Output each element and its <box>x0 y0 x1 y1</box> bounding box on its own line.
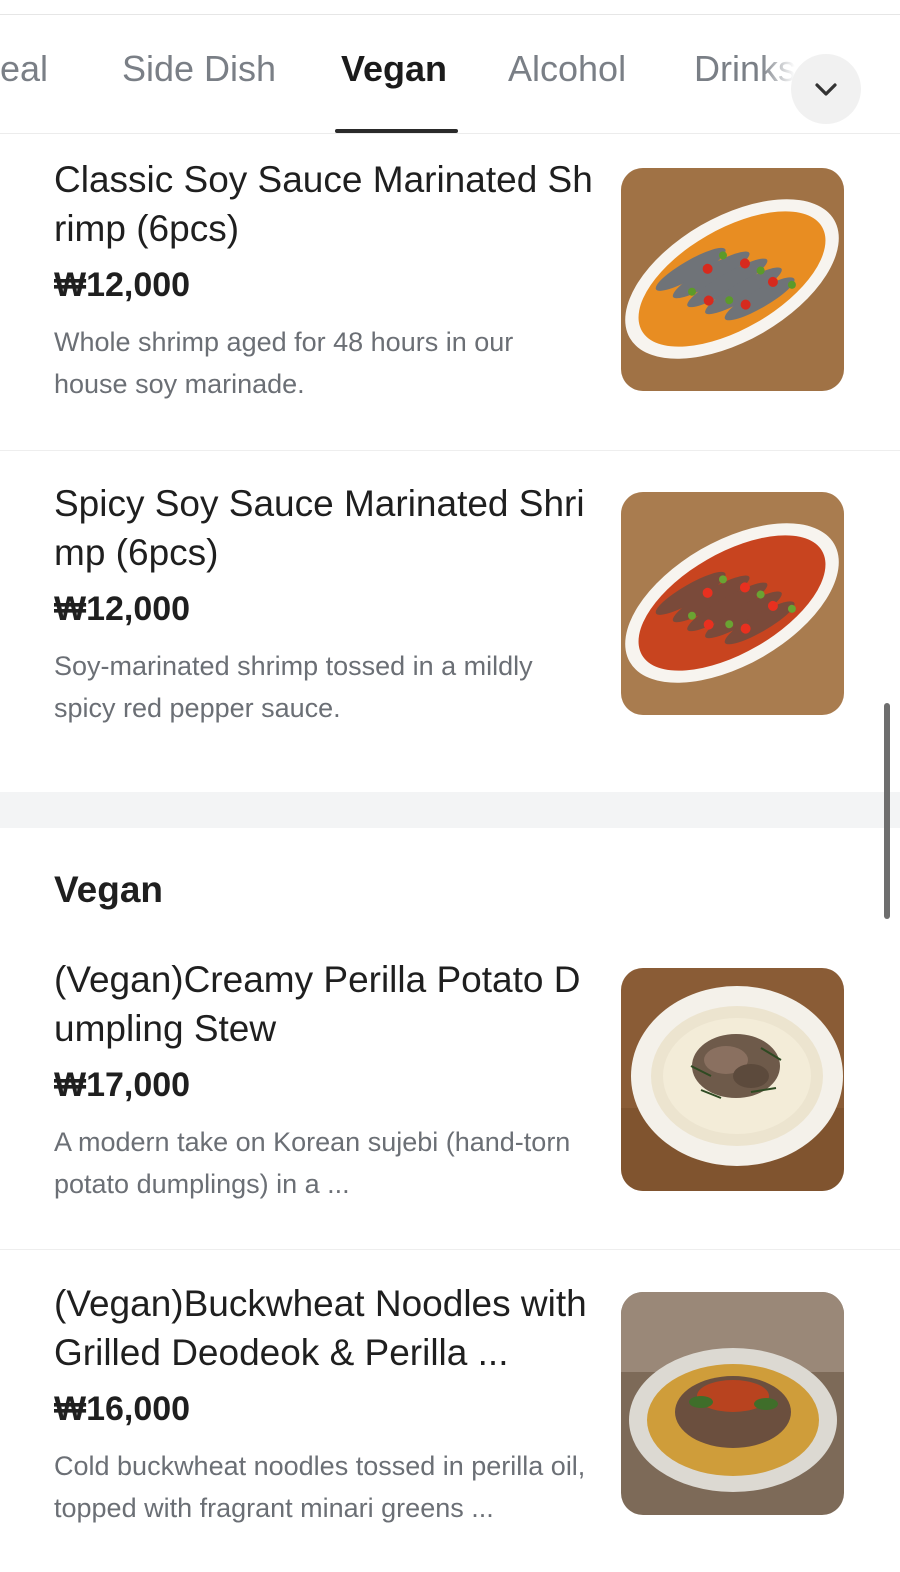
tab-vegan[interactable]: Vegan <box>341 45 447 93</box>
tab-side-dish[interactable]: Side Dish <box>122 45 276 93</box>
menu-item-text: Classic Soy Sauce Marinated Shrimp (6pcs… <box>54 155 594 405</box>
menu-item-text: (Vegan)Buckwheat Noodles with Grilled De… <box>54 1279 594 1529</box>
menu-item-price: ₩12,000 <box>54 590 191 628</box>
menu-item-name: (Vegan)Buckwheat Noodles with Grilled De… <box>54 1283 587 1373</box>
menu-item-photo[interactable] <box>621 492 844 715</box>
menu-item-text: Spicy Soy Sauce Marinated Shrimp (6pcs) … <box>54 479 594 729</box>
menu-item-photo[interactable] <box>621 1292 844 1515</box>
menu-screen: Meal Side Dish Vegan Alcohol Drinks Clas… <box>0 0 900 1572</box>
chevron-down-icon <box>815 83 837 96</box>
section-separator <box>0 792 900 828</box>
menu-item-photo[interactable] <box>621 968 844 1191</box>
menu-item-text: (Vegan)Creamy Perilla Potato Dumpling St… <box>54 955 594 1205</box>
menu-item-description: Cold buckwheat noodles tossed in perilla… <box>54 1451 586 1523</box>
menu-item-name: (Vegan)Creamy Perilla Potato Dumpling St… <box>54 959 581 1049</box>
menu-item-description: Soy-marinated shrimp tossed in a mildly … <box>54 651 533 723</box>
item-divider <box>0 1249 900 1250</box>
menu-item-name: Classic Soy Sauce Marinated Shrimp (6pcs… <box>54 159 593 249</box>
active-tab-indicator <box>335 129 458 133</box>
expand-categories-button[interactable] <box>791 54 861 124</box>
tab-meal[interactable]: Meal <box>0 45 48 93</box>
menu-item-name: Spicy Soy Sauce Marinated Shrimp (6pcs) <box>54 483 585 573</box>
menu-item-description: A modern take on Korean sujebi (hand-tor… <box>54 1127 571 1199</box>
menu-item-photo[interactable] <box>621 168 844 391</box>
tab-alcohol[interactable]: Alcohol <box>508 45 626 93</box>
section-title: Vegan <box>54 869 163 910</box>
menu-item-price: ₩12,000 <box>54 266 191 304</box>
menu-item-price: ₩16,000 <box>54 1390 191 1428</box>
category-tab-bar: Meal Side Dish Vegan Alcohol Drinks <box>0 15 900 134</box>
menu-item-price: ₩17,000 <box>54 1066 191 1104</box>
item-divider <box>0 450 900 451</box>
menu-item-description: Whole shrimp aged for 48 hours in our ho… <box>54 327 514 399</box>
scrollbar[interactable] <box>884 703 890 919</box>
